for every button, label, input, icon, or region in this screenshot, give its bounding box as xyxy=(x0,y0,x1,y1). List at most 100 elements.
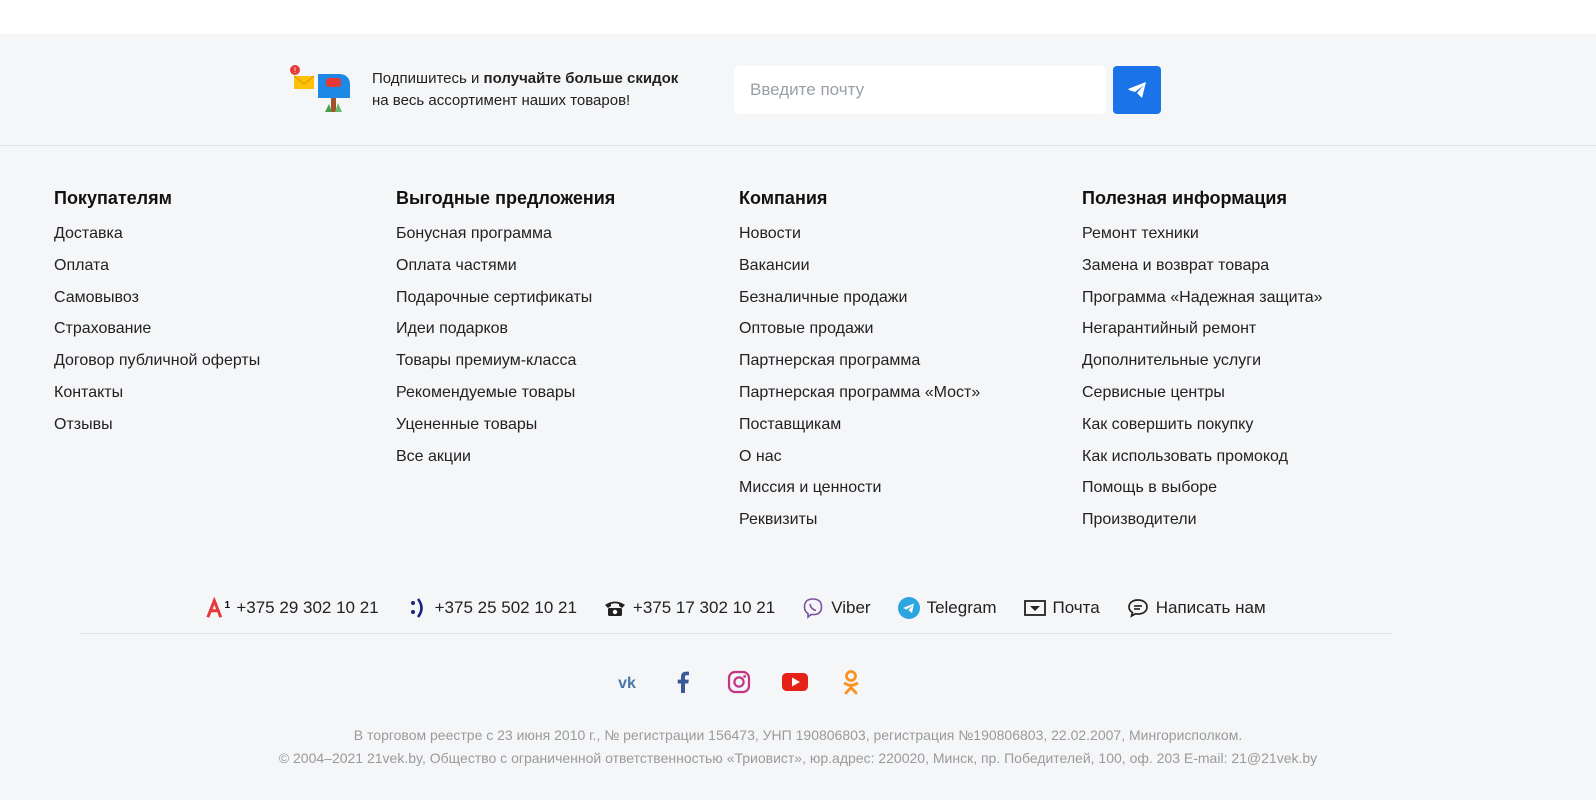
phone-a1-link[interactable]: 1 +375 29 302 10 21 xyxy=(206,596,379,620)
footer-link[interactable]: Договор публичной оферты xyxy=(54,352,260,369)
list-item: Сервисные центры xyxy=(1082,378,1323,410)
subscribe-send-button[interactable] xyxy=(1113,66,1161,114)
footer-link[interactable]: Поставщикам xyxy=(739,416,841,433)
list-item: Безналичные продажи xyxy=(739,283,980,315)
footer-link[interactable]: Партнерская программа «Мост» xyxy=(739,384,980,401)
footer-link[interactable]: Помощь в выборе xyxy=(1082,479,1217,496)
list-item: Миссия и ценности xyxy=(739,473,980,505)
top-strip xyxy=(0,0,1596,34)
odnoklassniki-link[interactable] xyxy=(832,665,870,703)
footer-link[interactable]: Как совершить покупку xyxy=(1082,416,1253,433)
legal-line-2: © 2004–2021 21vek.by, Общество с огранич… xyxy=(278,750,1318,766)
contacts-bar: 1 +375 29 302 10 21 +375 25 502 10 21 +3… xyxy=(80,582,1392,634)
footer-link[interactable]: Производители xyxy=(1082,511,1197,528)
footer: ! Подпишитесь и получайте больше скидок … xyxy=(0,34,1596,800)
telegram-icon xyxy=(897,596,921,620)
list-item: Товары премиум-класса xyxy=(396,346,615,378)
contact-label: Viber xyxy=(831,597,871,617)
instagram-link[interactable] xyxy=(720,665,758,703)
youtube-link[interactable] xyxy=(776,665,814,703)
column-offers: Выгодные предложения Бонусная программа … xyxy=(396,184,615,473)
footer-link[interactable]: Оплата частями xyxy=(396,257,517,274)
telegram-link[interactable]: Telegram xyxy=(897,596,997,620)
footer-link[interactable]: Самовывоз xyxy=(54,289,139,306)
footer-link[interactable]: Как использовать промокод xyxy=(1082,448,1288,465)
column-title: Выгодные предложения xyxy=(396,188,616,208)
footer-link[interactable]: Реквизиты xyxy=(739,511,817,528)
list-item: Помощь в выборе xyxy=(1082,473,1323,505)
footer-link[interactable]: Негарантийный ремонт xyxy=(1082,320,1256,337)
viber-link[interactable]: Viber xyxy=(801,596,871,620)
footer-link[interactable]: О нас xyxy=(739,448,782,465)
footer-link[interactable]: Миссия и ценности xyxy=(739,479,881,496)
svg-text:!: ! xyxy=(294,66,296,75)
subscribe-text-prefix: Подпишитесь и xyxy=(372,70,484,87)
footer-link[interactable]: Подарочные сертификаты xyxy=(396,289,592,306)
list-item: Контакты xyxy=(54,378,260,410)
footer-link[interactable]: Товары премиум-класса xyxy=(396,352,576,369)
footer-link[interactable]: Новости xyxy=(739,225,801,242)
legal-info: В торговом реестре с 23 июня 2010 г., № … xyxy=(150,724,1446,770)
mail-link[interactable]: Почта xyxy=(1023,596,1100,620)
a1-operator-icon: 1 xyxy=(206,596,230,620)
list-item: Производители xyxy=(1082,505,1323,537)
footer-link[interactable]: Оплата xyxy=(54,257,109,274)
footer-link[interactable]: Ремонт техники xyxy=(1082,225,1199,242)
link-list: Бонусная программа Оплата частями Подаро… xyxy=(396,219,615,473)
footer-link[interactable]: Все акции xyxy=(396,448,471,465)
vk-link[interactable]: vk xyxy=(608,665,646,703)
facebook-link[interactable] xyxy=(664,665,702,703)
vk-icon: vk xyxy=(614,674,640,695)
list-item: Оплата xyxy=(54,251,260,283)
footer-link[interactable]: Партнерская программа xyxy=(739,352,920,369)
phone-life-link[interactable]: +375 25 502 10 21 xyxy=(405,596,577,620)
footer-link[interactable]: Программа «Надежная защита» xyxy=(1082,289,1323,306)
list-item: Партнерская программа «Мост» xyxy=(739,378,980,410)
column-title: Полезная информация xyxy=(1082,188,1287,208)
list-item: Негарантийный ремонт xyxy=(1082,314,1323,346)
footer-link[interactable]: Доставка xyxy=(54,225,123,242)
list-item: Ремонт техники xyxy=(1082,219,1323,251)
write-us-link[interactable]: Написать нам xyxy=(1126,596,1266,620)
footer-link[interactable]: Сервисные центры xyxy=(1082,384,1225,401)
contact-label: +375 29 302 10 21 xyxy=(236,597,379,617)
contact-label: +375 25 502 10 21 xyxy=(434,597,577,617)
legal-line-1: В торговом реестре с 23 июня 2010 г., № … xyxy=(353,727,1243,743)
footer-link[interactable]: Уцененные товары xyxy=(396,416,537,433)
youtube-icon xyxy=(782,672,808,696)
list-item: Бонусная программа xyxy=(396,219,615,251)
footer-link[interactable]: Страхование xyxy=(54,320,151,337)
mailbox-icon: ! xyxy=(282,62,356,114)
list-item: Замена и возврат товара xyxy=(1082,251,1323,283)
list-item: Поставщикам xyxy=(739,410,980,442)
list-item: Оплата частями xyxy=(396,251,615,283)
footer-link[interactable]: Дополнительные услуги xyxy=(1082,352,1261,369)
list-item: Оптовые продажи xyxy=(739,314,980,346)
footer-link[interactable]: Рекомендуемые товары xyxy=(396,384,575,401)
list-item: Идеи подарков xyxy=(396,314,615,346)
paper-plane-icon xyxy=(1127,81,1147,99)
contact-label: Почта xyxy=(1052,597,1100,617)
email-input[interactable] xyxy=(734,66,1106,114)
footer-link[interactable]: Бонусная программа xyxy=(396,225,552,242)
footer-link[interactable]: Контакты xyxy=(54,384,123,401)
facebook-icon xyxy=(676,671,690,698)
column-title: Компания xyxy=(739,188,828,208)
footer-link[interactable]: Оптовые продажи xyxy=(739,320,873,337)
footer-link[interactable]: Вакансии xyxy=(739,257,810,274)
subscribe-text-line2: на весь ассортимент наших товаров! xyxy=(372,92,631,109)
footer-link[interactable]: Безналичные продажи xyxy=(739,289,907,306)
subscribe-section: ! Подпишитесь и получайте больше скидок … xyxy=(0,34,1596,146)
footer-link[interactable]: Замена и возврат товара xyxy=(1082,257,1269,274)
instagram-icon xyxy=(727,670,751,699)
link-list: Ремонт техники Замена и возврат товара П… xyxy=(1082,219,1323,537)
contact-label: Написать нам xyxy=(1155,597,1266,617)
list-item: Страхование xyxy=(54,314,260,346)
phone-landline-link[interactable]: +375 17 302 10 21 xyxy=(603,596,775,620)
column-useful-info: Полезная информация Ремонт техники Замен… xyxy=(1082,184,1323,537)
social-links: vk xyxy=(579,662,899,706)
svg-text:vk: vk xyxy=(618,675,636,690)
footer-link[interactable]: Идеи подарков xyxy=(396,320,508,337)
list-item: Все акции xyxy=(396,442,615,474)
footer-link[interactable]: Отзывы xyxy=(54,416,113,433)
